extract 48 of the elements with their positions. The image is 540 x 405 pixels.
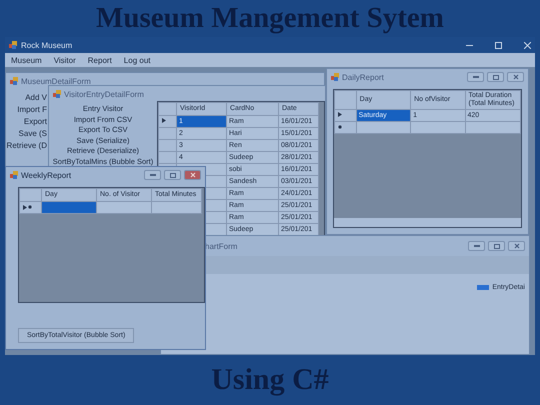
form-title: WeeklyReport bbox=[21, 170, 72, 180]
maximize-icon bbox=[492, 74, 498, 80]
close-button[interactable] bbox=[508, 241, 525, 251]
menu-item[interactable]: Report bbox=[88, 56, 112, 64]
minimize-button[interactable] bbox=[467, 72, 484, 82]
form-action[interactable]: Import F bbox=[17, 105, 47, 116]
close-icon bbox=[512, 74, 518, 80]
form-title: VisitorEntryDetailForm bbox=[64, 90, 144, 98]
form-action[interactable]: Save (S bbox=[18, 129, 47, 140]
minimize-icon bbox=[474, 245, 480, 247]
row-pointer-icon bbox=[162, 118, 166, 123]
maximize-icon[interactable] bbox=[495, 42, 502, 48]
row-pointer-icon bbox=[23, 205, 27, 210]
close-icon[interactable] bbox=[524, 42, 531, 48]
menu-item[interactable]: Visitor bbox=[54, 56, 76, 64]
horizontal-scrollbar[interactable] bbox=[334, 218, 521, 227]
minimize-button[interactable] bbox=[468, 241, 485, 251]
maximize-button[interactable] bbox=[487, 72, 504, 82]
form-action[interactable]: Retrieve (D bbox=[6, 141, 47, 152]
new-row-icon bbox=[338, 125, 342, 129]
maximize-icon bbox=[494, 244, 500, 248]
form-icon bbox=[9, 41, 17, 49]
form-title: DailyReport bbox=[342, 72, 384, 82]
minimize-icon bbox=[150, 174, 156, 176]
form-icon bbox=[331, 73, 339, 81]
form-action[interactable]: Export bbox=[24, 117, 47, 128]
close-icon bbox=[514, 243, 520, 249]
menu-item[interactable]: Log out bbox=[124, 56, 150, 64]
form-icon bbox=[10, 171, 18, 179]
form-icon bbox=[53, 90, 61, 98]
form-title: MuseumDetailForm bbox=[21, 76, 91, 86]
maximize-button[interactable] bbox=[488, 241, 505, 251]
form-icon bbox=[10, 77, 18, 85]
menu-item[interactable]: Museum bbox=[11, 56, 42, 64]
close-icon bbox=[190, 172, 196, 178]
close-button[interactable] bbox=[507, 72, 524, 82]
footer-title: Using C# bbox=[210, 362, 330, 398]
maximize-icon bbox=[170, 172, 176, 178]
row-pointer-icon bbox=[338, 112, 342, 117]
minimize-icon bbox=[472, 76, 478, 78]
minimize-icon[interactable] bbox=[466, 44, 473, 46]
new-row-icon bbox=[28, 205, 32, 209]
banner-title: Museum Mangement Sytem bbox=[95, 1, 445, 36]
form-action[interactable]: Add V bbox=[25, 93, 47, 104]
maximize-button[interactable] bbox=[164, 170, 181, 180]
minimize-button[interactable] bbox=[144, 170, 161, 180]
close-button[interactable] bbox=[184, 170, 201, 180]
window-title: Rock Museum bbox=[21, 40, 72, 50]
